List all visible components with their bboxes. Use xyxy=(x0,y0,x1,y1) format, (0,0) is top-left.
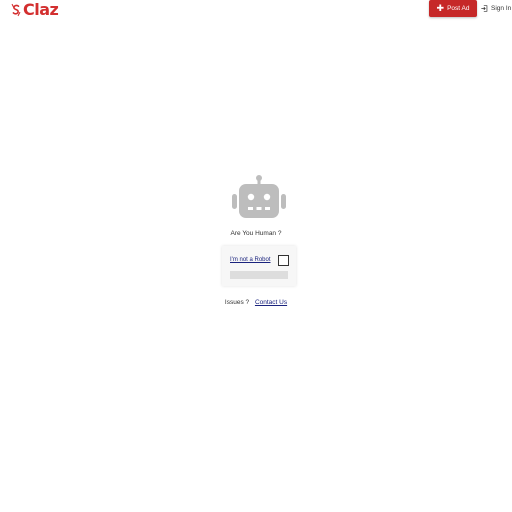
captcha-progress-bar xyxy=(230,271,288,279)
sign-in-label: Sign In xyxy=(491,5,512,12)
contact-us-link[interactable]: Contact Us xyxy=(255,299,287,306)
captcha-label[interactable]: I'm not a Robot xyxy=(230,257,271,263)
issues-label: Issues ? xyxy=(224,299,250,306)
sign-in-icon xyxy=(481,5,488,12)
sign-in-link[interactable]: Sign In xyxy=(481,0,511,17)
post-ad-button[interactable]: ✚ Post Ad xyxy=(429,0,477,17)
plus-icon: ✚ xyxy=(436,3,445,13)
post-ad-label: Post Ad xyxy=(447,5,470,12)
issues-line: Issues ? Contact Us xyxy=(0,299,512,306)
captcha-checkbox[interactable] xyxy=(278,255,289,266)
robot-icon xyxy=(232,175,286,218)
human-question: Are You Human ? xyxy=(230,230,282,237)
page: Claz ✚ Post Ad Sign In Are You Human ? I… xyxy=(0,0,512,512)
claz-logo[interactable]: Claz xyxy=(10,0,59,20)
captcha-box: I'm not a Robot xyxy=(222,246,296,286)
claz-logo-icon xyxy=(11,3,21,17)
logo-text: Claz xyxy=(23,0,59,19)
